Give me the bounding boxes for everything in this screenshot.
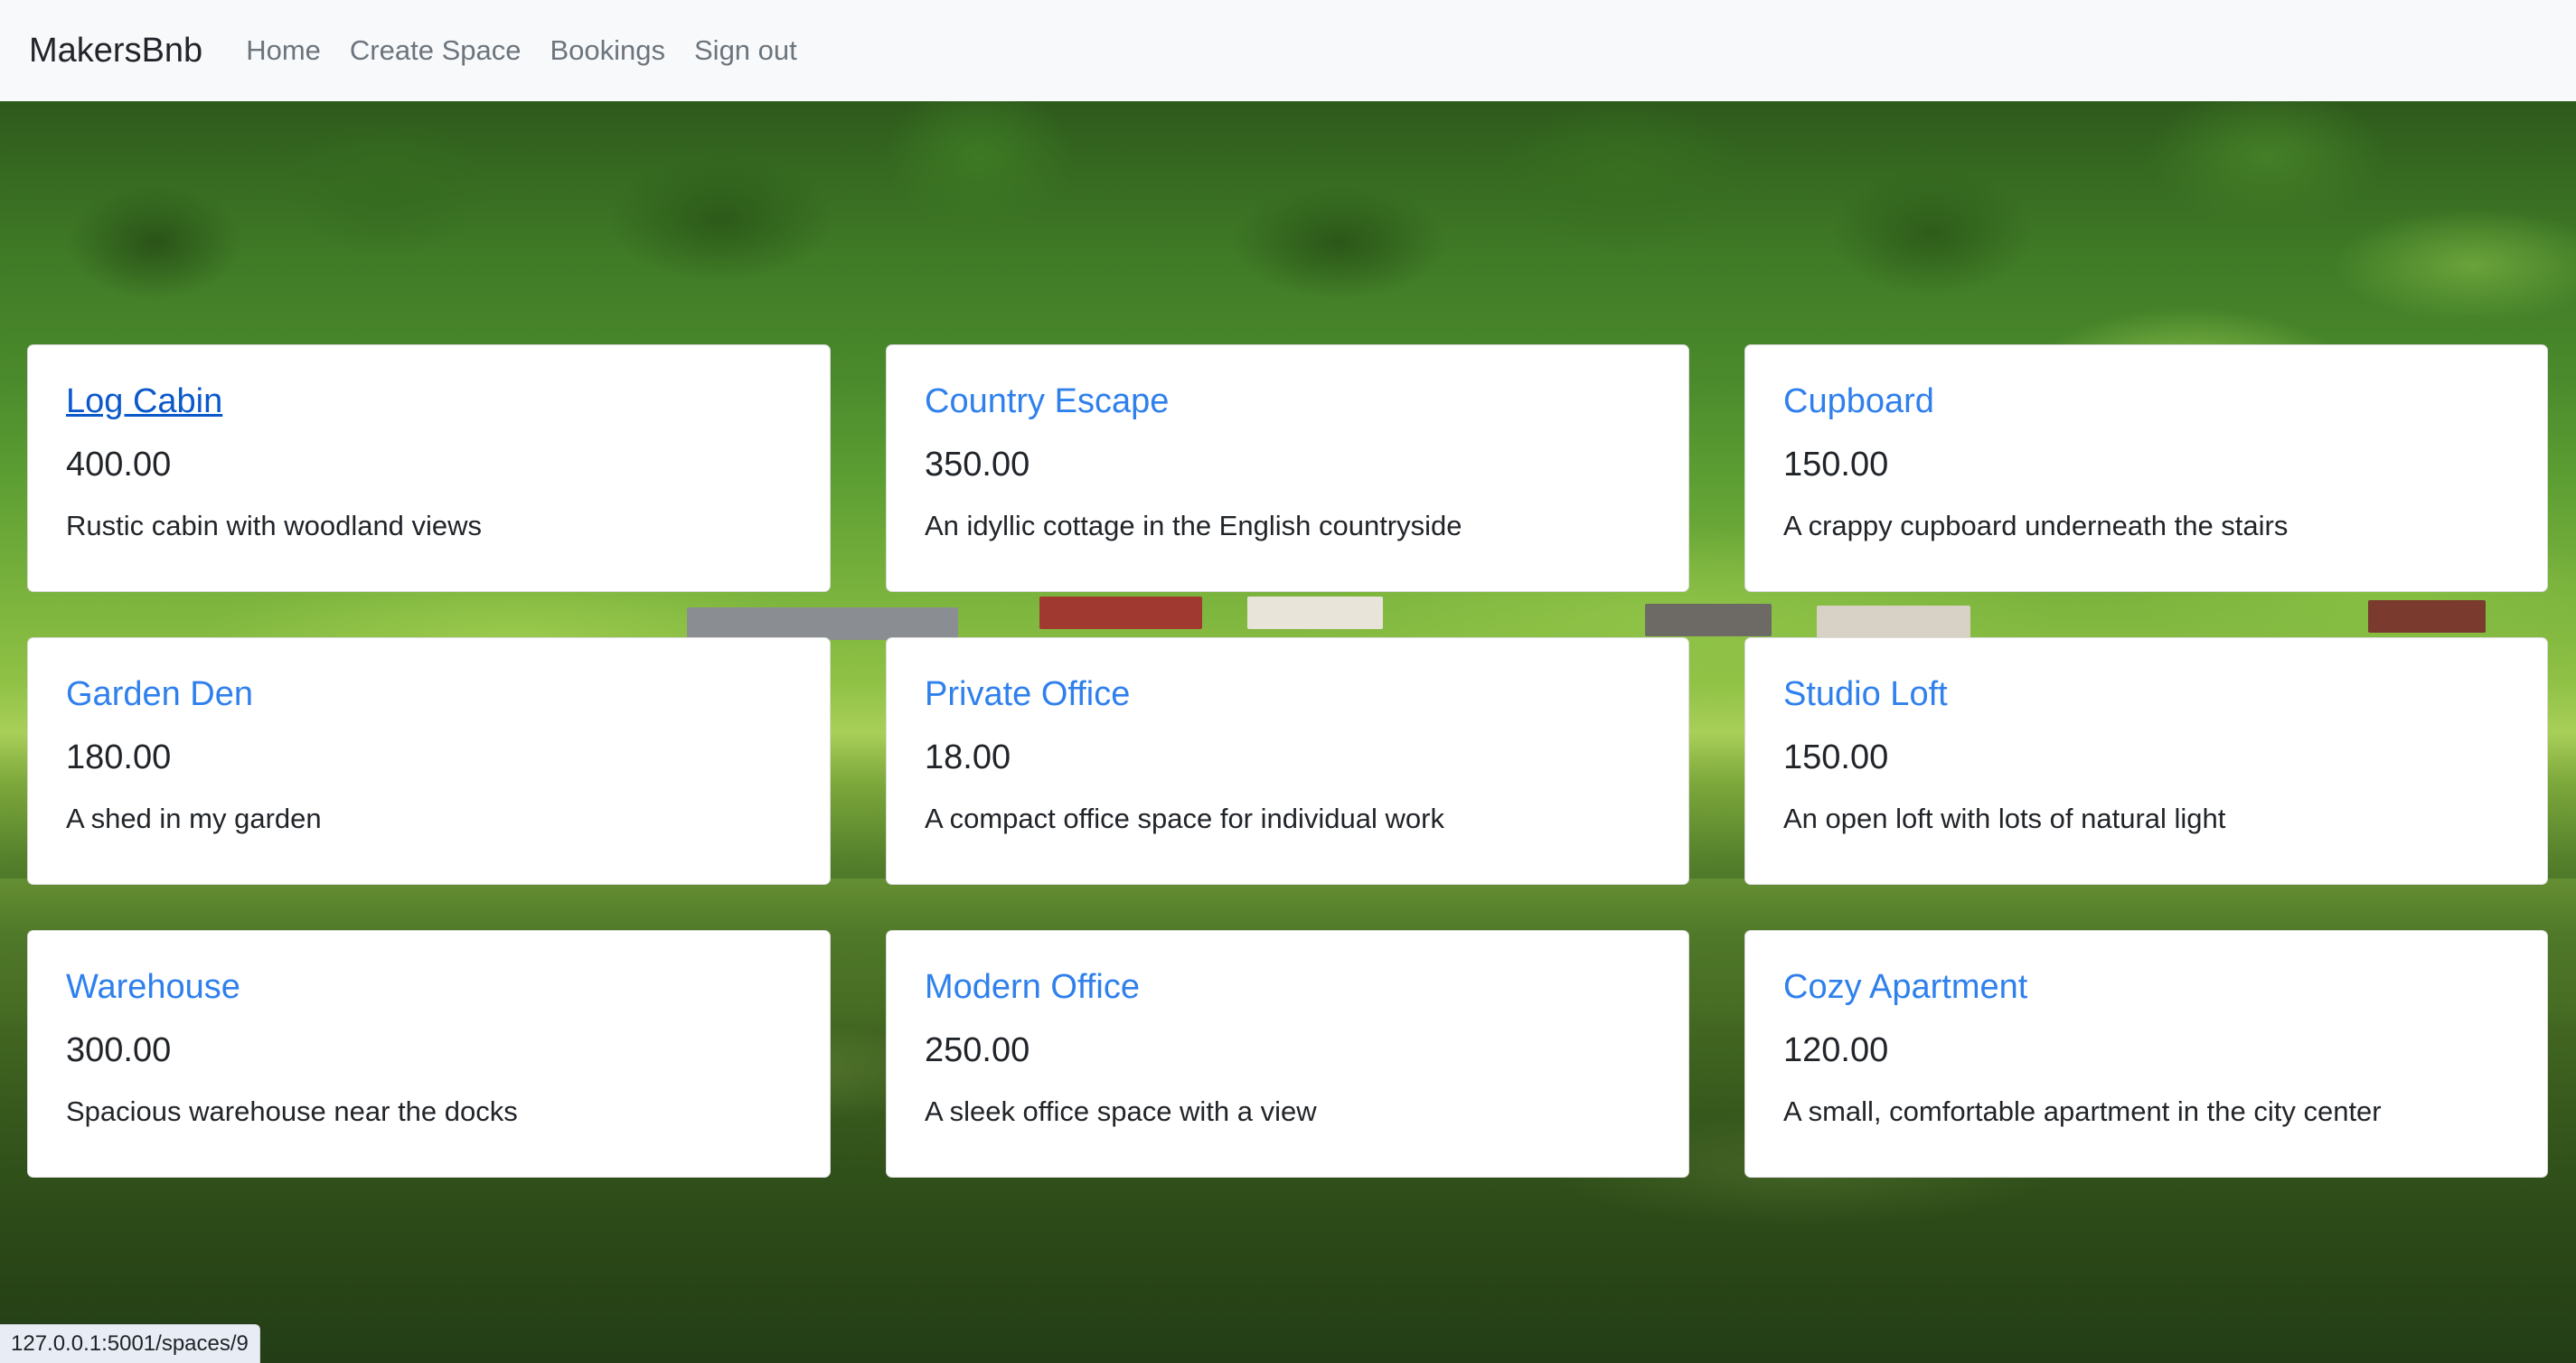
space-price: 350.00: [925, 445, 1030, 484]
farmhouse: [1247, 597, 1383, 629]
space-description: An idyllic cottage in the English countr…: [925, 510, 1462, 542]
nav-link-bookings[interactable]: Bookings: [550, 34, 665, 67]
farmhouse: [687, 607, 958, 640]
space-card: Private Office 18.00 A compact office sp…: [886, 637, 1689, 885]
space-price: 300.00: [66, 1030, 172, 1069]
space-title-link[interactable]: Studio Loft: [1783, 674, 2509, 716]
space-title-link[interactable]: Cupboard: [1783, 381, 2509, 423]
space-title-link[interactable]: Warehouse: [66, 967, 792, 1009]
nav-link-sign-out[interactable]: Sign out: [694, 34, 797, 67]
space-title-link[interactable]: Modern Office: [925, 967, 1650, 1009]
space-card: Log Cabin 400.00 Rustic cabin with woodl…: [27, 344, 831, 592]
space-description: An open loft with lots of natural light: [1783, 803, 2226, 835]
farmhouse: [1645, 604, 1772, 636]
space-card: Modern Office 250.00 A sleek office spac…: [886, 930, 1689, 1178]
space-title-link[interactable]: Garden Den: [66, 674, 792, 716]
top-navbar: MakersBnb Home Create Space Bookings Sig…: [0, 0, 2576, 101]
space-description: A sleek office space with a view: [925, 1095, 1317, 1128]
space-title-link[interactable]: Log Cabin: [66, 381, 792, 423]
link-preview-status-bar: 127.0.0.1:5001/spaces/9: [0, 1324, 260, 1363]
farmhouse: [1817, 606, 1970, 638]
space-card: Garden Den 180.00 A shed in my garden: [27, 637, 831, 885]
farmhouse: [2368, 600, 2486, 633]
space-title-link[interactable]: Private Office: [925, 674, 1650, 716]
space-price: 250.00: [925, 1030, 1030, 1069]
space-description: A small, comfortable apartment in the ci…: [1783, 1095, 2382, 1128]
space-title-link[interactable]: Country Escape: [925, 381, 1650, 423]
space-price: 150.00: [1783, 738, 1889, 776]
space-title-link[interactable]: Cozy Apartment: [1783, 967, 2509, 1009]
space-card: Warehouse 300.00 Spacious warehouse near…: [27, 930, 831, 1178]
space-description: A compact office space for individual wo…: [925, 803, 1444, 835]
space-description: Spacious warehouse near the docks: [66, 1095, 518, 1128]
brand-logo[interactable]: MakersBnb: [29, 32, 202, 70]
space-description: Rustic cabin with woodland views: [66, 510, 483, 542]
nav-link-home[interactable]: Home: [246, 34, 321, 67]
space-card: Country Escape 350.00 An idyllic cottage…: [886, 344, 1689, 592]
space-price: 18.00: [925, 738, 1011, 776]
space-price: 400.00: [66, 445, 172, 484]
space-description: A crappy cupboard underneath the stairs: [1783, 510, 2289, 542]
space-price: 120.00: [1783, 1030, 1889, 1069]
nav-link-create-space[interactable]: Create Space: [350, 34, 522, 67]
farmhouse: [1039, 597, 1202, 629]
space-card: Cozy Apartment 120.00 A small, comfortab…: [1744, 930, 2548, 1178]
space-description: A shed in my garden: [66, 803, 322, 835]
space-card: Cupboard 150.00 A crappy cupboard undern…: [1744, 344, 2548, 592]
space-card: Studio Loft 150.00 An open loft with lot…: [1744, 637, 2548, 885]
space-price: 150.00: [1783, 445, 1889, 484]
space-price: 180.00: [66, 738, 172, 776]
